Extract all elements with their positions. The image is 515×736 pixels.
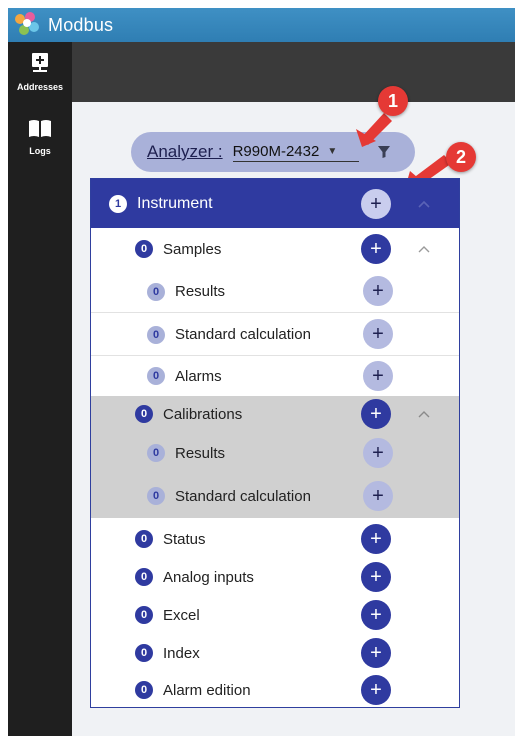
count-badge: 1 (109, 194, 127, 213)
count-badge: 0 (147, 487, 165, 505)
row-label: Analog inputs (163, 568, 254, 586)
row-label: Samples (163, 240, 222, 258)
analyzer-label[interactable]: Analyzer : (147, 142, 223, 162)
row-label: Alarm edition (163, 681, 251, 699)
title-bar: Modbus (8, 8, 515, 42)
annotation-badge-2: 2 (446, 142, 476, 172)
add-button[interactable]: + (361, 675, 391, 705)
count-badge: 0 (147, 325, 165, 344)
sidebar: Addresses Logs (8, 42, 72, 736)
add-button[interactable]: + (363, 438, 393, 468)
chevron-up-icon[interactable] (417, 242, 431, 256)
row-label: Results (175, 444, 226, 462)
chevron-up-icon[interactable] (417, 197, 431, 211)
add-button[interactable]: + (361, 562, 391, 592)
tree-row-calibrations[interactable]: 0 Calibrations + (91, 396, 459, 432)
row-label: Instrument (137, 194, 213, 212)
book-icon (29, 120, 51, 137)
tree-row-samples[interactable]: 0 Samples + (91, 228, 459, 270)
caret-down-icon: ▼ (327, 145, 338, 157)
add-button[interactable]: + (363, 276, 393, 306)
sidebar-item-label: Addresses (16, 82, 64, 92)
tree-row-samples-standard-calculation[interactable]: 0 Standard calculation + (91, 313, 459, 356)
tree-row-samples-alarms[interactable]: 0 Alarms + (91, 356, 459, 396)
count-badge: 0 (135, 530, 153, 548)
add-button[interactable]: + (361, 189, 391, 219)
add-button[interactable]: + (361, 399, 391, 429)
app-title: Modbus (48, 14, 114, 35)
app-window: Modbus Addresses Logs Analyzer : R990M-2… (0, 0, 515, 736)
row-label: Excel (163, 606, 200, 624)
row-label: Standard calculation (175, 487, 311, 505)
tree-row-calibrations-results[interactable]: 0 Results + (91, 432, 459, 474)
row-label: Index (163, 644, 200, 662)
count-badge: 0 (135, 240, 153, 258)
tree-row-analog-inputs[interactable]: 0 Analog inputs + (91, 558, 459, 596)
row-label: Status (163, 530, 206, 548)
tree-row-excel[interactable]: 0 Excel + (91, 596, 459, 634)
count-badge: 0 (135, 606, 153, 624)
sidebar-item-addresses[interactable]: Addresses (8, 52, 72, 92)
tree-row-status[interactable]: 0 Status + (91, 520, 459, 558)
add-button[interactable]: + (363, 361, 393, 391)
app-logo-icon (12, 10, 42, 40)
tree-row-calibrations-standard-calculation[interactable]: 0 Standard calculation + (91, 474, 459, 518)
top-bar (72, 42, 515, 102)
count-badge: 0 (135, 644, 153, 662)
network-plus-icon (32, 53, 48, 72)
count-badge: 0 (135, 568, 153, 586)
count-badge: 0 (147, 282, 165, 301)
tree-row-samples-results[interactable]: 0 Results + (91, 270, 459, 313)
sidebar-item-label: Logs (29, 146, 51, 156)
count-badge: 0 (147, 367, 165, 385)
count-badge: 0 (135, 405, 153, 423)
count-badge: 0 (135, 681, 153, 699)
annotation-badge-1: 1 (378, 86, 408, 116)
chevron-up-icon[interactable] (417, 407, 431, 421)
tree-row-instrument[interactable]: 1 Instrument + (91, 179, 459, 228)
tree-row-alarm-edition[interactable]: 0 Alarm edition + (91, 672, 459, 708)
add-button[interactable]: + (361, 638, 391, 668)
add-button[interactable]: + (361, 524, 391, 554)
row-label: Alarms (175, 367, 222, 385)
add-button[interactable]: + (361, 234, 391, 264)
add-button[interactable]: + (363, 319, 393, 349)
row-label: Results (175, 283, 226, 300)
row-label: Standard calculation (175, 326, 311, 343)
row-label: Calibrations (163, 405, 243, 423)
add-button[interactable]: + (361, 600, 391, 630)
add-button[interactable]: + (363, 481, 393, 511)
tree-row-index[interactable]: 0 Index + (91, 634, 459, 672)
sidebar-item-logs[interactable]: Logs (8, 118, 72, 156)
tree-panel: 1 Instrument + 0 Samples + 0 Results + 0… (90, 178, 460, 708)
count-badge: 0 (147, 444, 165, 462)
analyzer-value: R990M-2432 (232, 142, 320, 160)
